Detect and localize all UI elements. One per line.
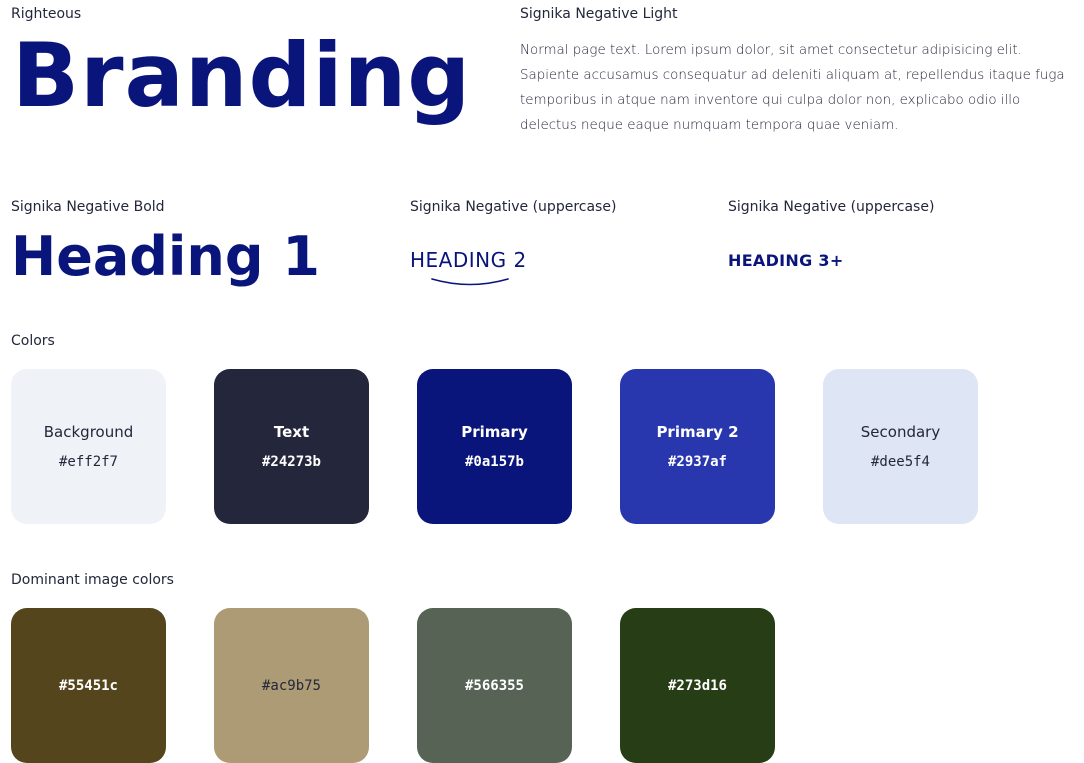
swatch-hex: #2937af [667, 453, 727, 470]
swatch-hex: #ac9b75 [261, 677, 321, 694]
body-font-caption: Signika Negative Light [520, 6, 678, 22]
body-text-sample: Normal page text. Lorem ipsum dolor, sit… [520, 43, 1065, 133]
swatch-hex: #24273b [261, 453, 321, 470]
branding-wordmark: Branding [12, 24, 472, 127]
color-swatch: Primary #0a157b [417, 369, 572, 524]
swatch-name: Primary [461, 422, 528, 441]
h1-font-caption: Signika Negative Bold [11, 199, 165, 215]
swatch-name: Background [43, 422, 134, 441]
heading-2-sample: HEADING 2 [410, 248, 527, 272]
color-swatch: #273d16 [620, 608, 775, 763]
heading-3-sample: HEADING 3+ [728, 251, 844, 270]
color-swatch: #55451c [11, 608, 166, 763]
branding-font-caption: Righteous [11, 6, 82, 22]
h3-font-caption: Signika Negative (uppercase) [728, 199, 935, 215]
swatch-name: Text [273, 422, 310, 441]
swatch-hex: #273d16 [667, 677, 727, 694]
color-swatch: Text #24273b [214, 369, 369, 524]
color-swatch: #ac9b75 [214, 608, 369, 763]
swatch-hex: #566355 [464, 677, 524, 694]
dominant-section-title: Dominant image colors [11, 572, 174, 588]
colors-section-title: Colors [11, 333, 55, 349]
color-swatch: Primary 2 #2937af [620, 369, 775, 524]
heading-1-sample: Heading 1 [11, 225, 320, 288]
swatch-name: Primary 2 [656, 422, 739, 441]
color-swatch: Secondary #dee5f4 [823, 369, 978, 524]
heading-2-underline [431, 278, 509, 286]
color-swatch: Background #eff2f7 [11, 369, 166, 524]
swatch-hex: #0a157b [464, 453, 524, 470]
color-swatch: #566355 [417, 608, 572, 763]
swatch-name: Secondary [860, 422, 941, 441]
h2-font-caption: Signika Negative (uppercase) [410, 199, 617, 215]
swatch-hex: #55451c [58, 677, 118, 694]
swatch-hex: #eff2f7 [58, 453, 118, 470]
swatch-hex: #dee5f4 [870, 453, 930, 470]
